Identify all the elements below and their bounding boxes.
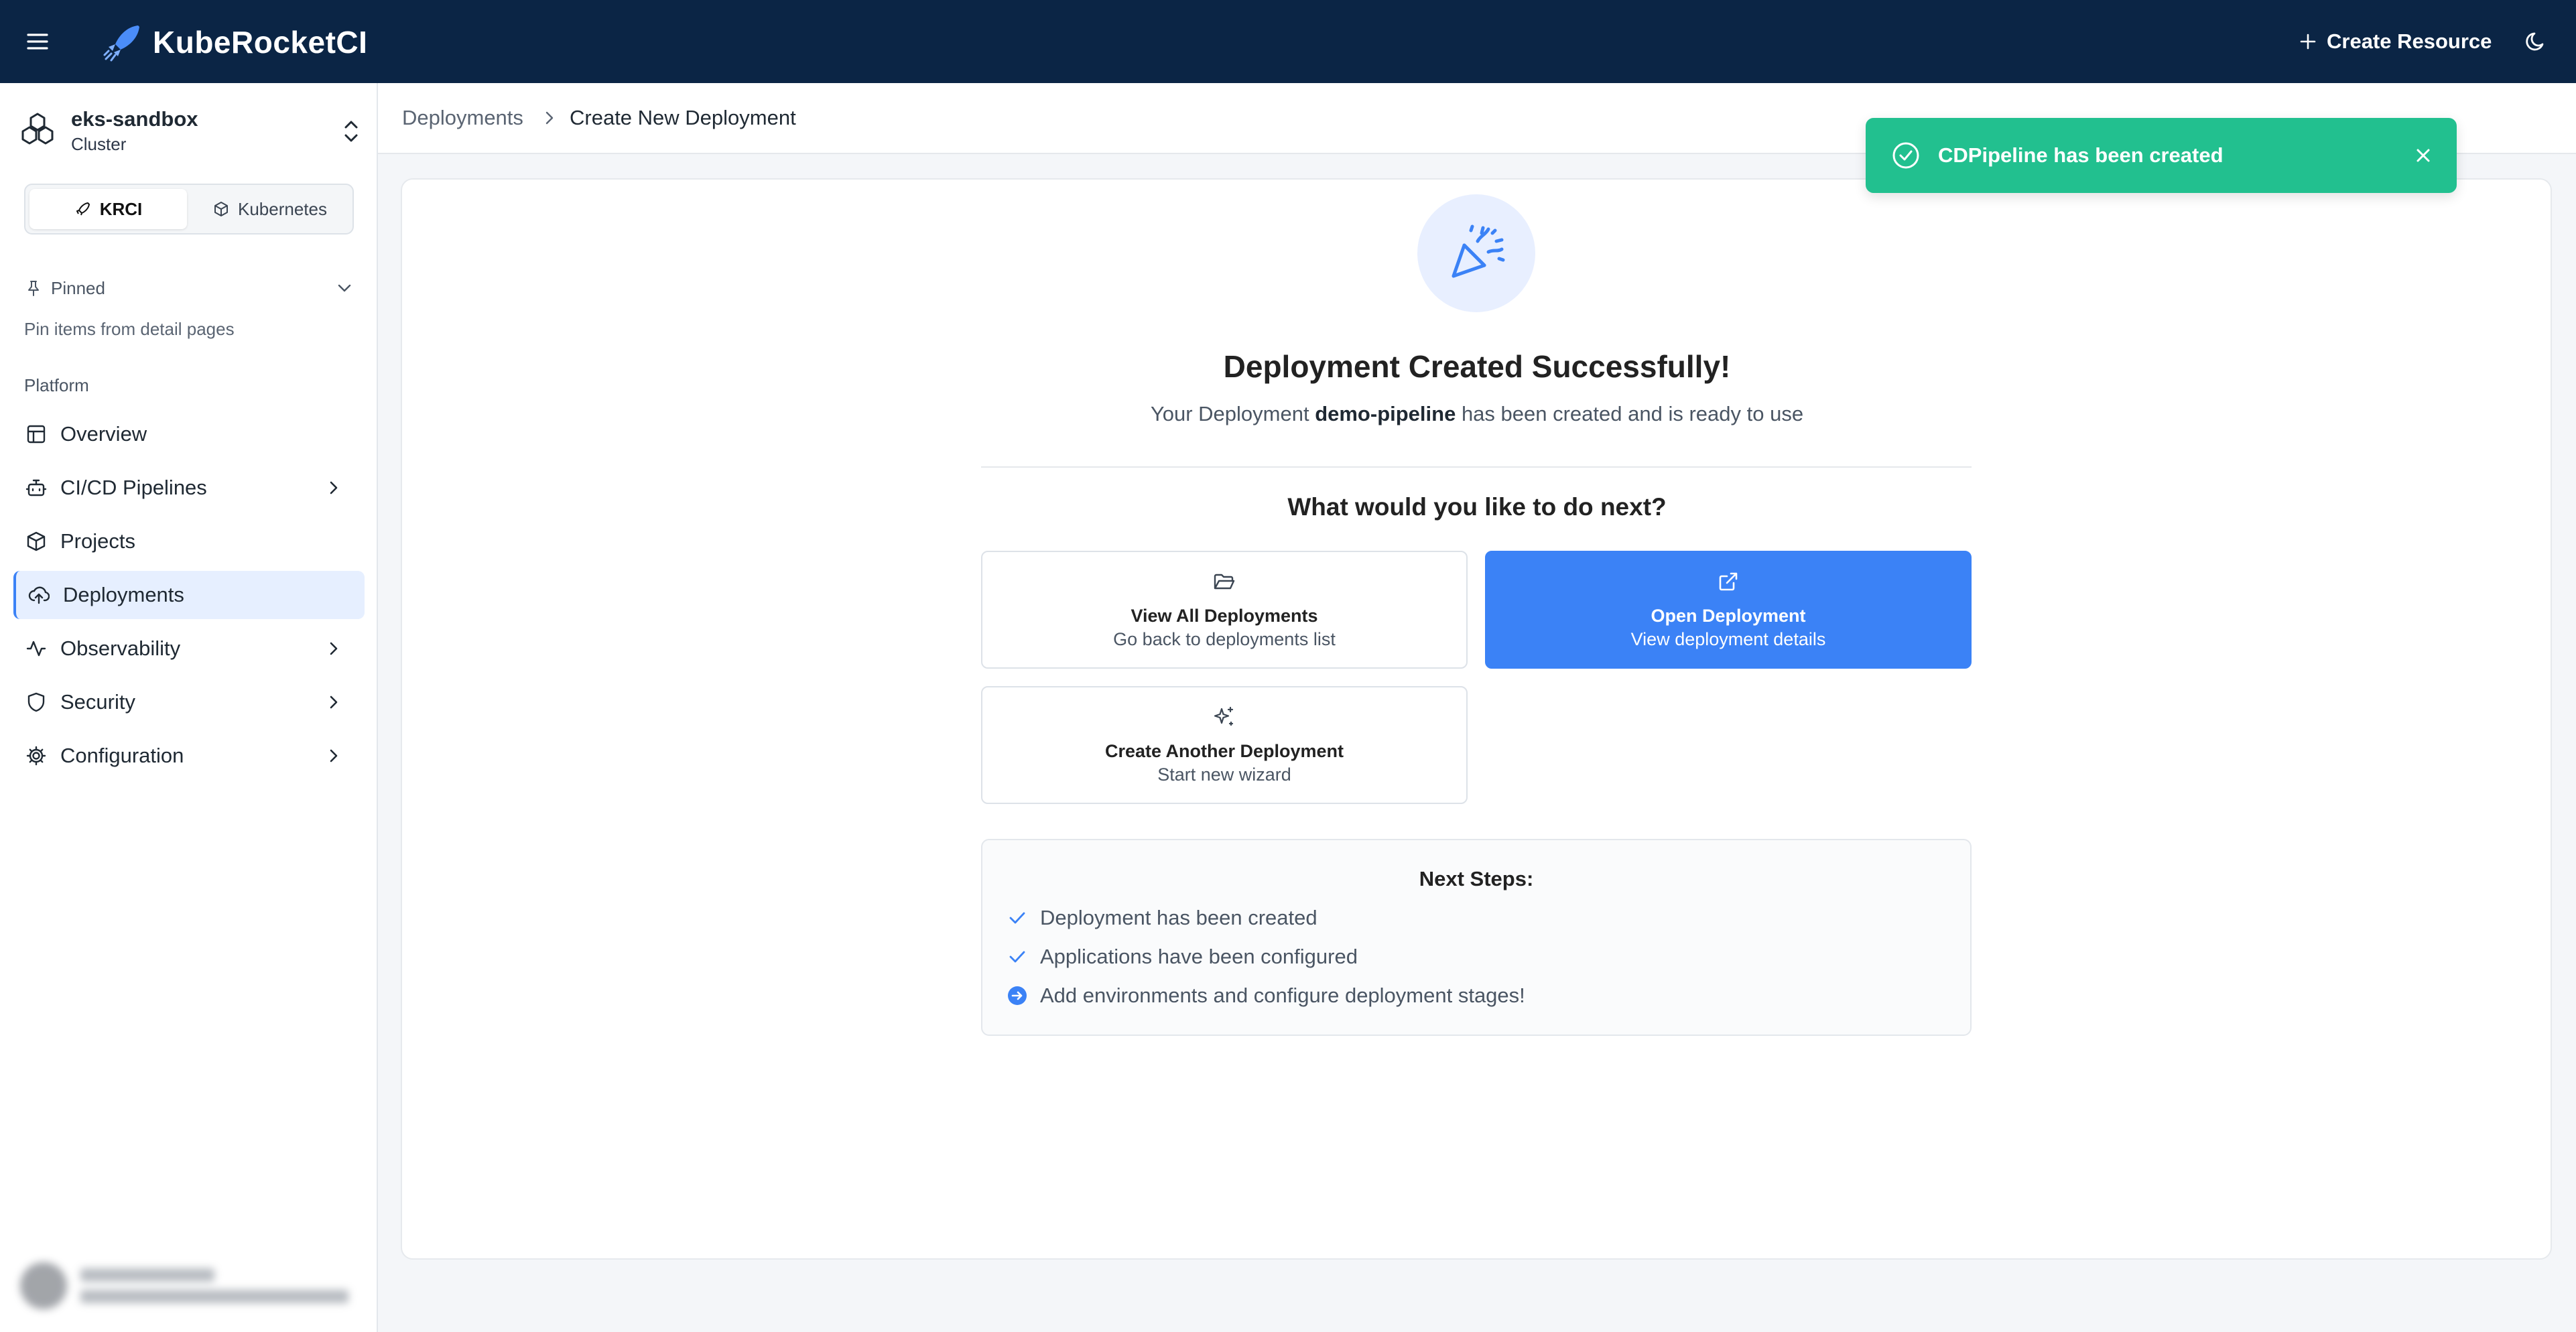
sidebar-item-overview[interactable]: Overview (13, 410, 365, 458)
check-icon (1009, 951, 1025, 963)
rocket-logo-icon (102, 20, 145, 63)
next-step-item: Deployment has been created (1007, 906, 1317, 930)
next-step-text: Add environments and configure deploymen… (1040, 984, 1525, 1007)
sidebar-item-label: CI/CD Pipelines (60, 476, 207, 499)
cluster-icon (19, 110, 56, 147)
tab-kubernetes-label: Kubernetes (238, 198, 327, 219)
view-all-title: View All Deployments (1131, 606, 1318, 626)
sidebar-item-label: Observability (60, 637, 181, 660)
next-step-item: Applications have been configured (1007, 945, 1358, 969)
sidebar-item-label: Projects (60, 529, 135, 553)
overview-icon (27, 425, 46, 444)
sidebar-item-label: Overview (60, 422, 147, 446)
next-step-item: Add environments and configure deploymen… (1007, 984, 1525, 1008)
open-deployment-sub: View deployment details (1630, 629, 1826, 649)
arrow-right-circle-icon (1008, 986, 1027, 1005)
check-circle-icon (1892, 142, 1919, 169)
sidebar-item-projects[interactable]: Projects (13, 517, 365, 565)
next-step-text: Applications have been configured (1040, 945, 1358, 968)
sidebar: eks-sandbox Cluster KRCI Kubernetes Pinn… (0, 83, 378, 1332)
cluster-name: eks-sandbox (71, 107, 198, 131)
sidebar-item-configuration[interactable]: Configuration (13, 732, 365, 780)
external-link-icon (1719, 572, 1738, 591)
divider (981, 466, 1972, 468)
sidebar-item-observability[interactable]: Observability (13, 624, 365, 673)
chevrons-up-down-icon[interactable] (340, 117, 362, 146)
cluster-type: Cluster (71, 134, 127, 154)
user-name-placeholder (80, 1268, 214, 1282)
bot-icon (25, 479, 47, 496)
chevron-right-icon (545, 111, 554, 125)
create-another-deployment-button[interactable]: Create Another Deployment Start new wiza… (981, 686, 1468, 804)
create-resource-button[interactable]: Create Resource (2299, 27, 2492, 56)
chevron-right-icon (330, 481, 338, 494)
chevron-right-icon (330, 642, 338, 655)
section-label-platform: Platform (24, 375, 89, 395)
breadcrumb-deployments[interactable]: Deployments (402, 106, 523, 130)
tab-krci-label: KRCI (99, 198, 143, 219)
view-all-deployments-button[interactable]: View All Deployments Go back to deployme… (981, 551, 1468, 669)
folder-open-icon (1214, 574, 1235, 590)
pinned-label: Pinned (51, 277, 105, 298)
party-popper-icon (1417, 194, 1535, 312)
top-bar: KubeRocketCI Create Resource (0, 0, 2576, 83)
sidebar-item-label: Deployments (63, 583, 184, 606)
chevron-right-icon (330, 749, 338, 762)
shield-icon (27, 692, 45, 712)
open-deployment-title: Open Deployment (1651, 606, 1806, 626)
user-email-placeholder (80, 1290, 348, 1303)
create-another-title: Create Another Deployment (1104, 741, 1344, 761)
pinned-toggle[interactable]: Pinned (24, 273, 354, 303)
deployment-name: demo-pipeline (1315, 402, 1456, 425)
sidebar-item-cicd-pipelines[interactable]: CI/CD Pipelines (13, 464, 365, 512)
pinned-hint: Pin items from detail pages (24, 319, 235, 339)
breadcrumb-current: Create New Deployment (570, 106, 796, 129)
box-icon (27, 531, 46, 551)
success-title: Deployment Created Successfully! (1223, 349, 1731, 384)
success-toast: CDPipeline has been created (1866, 118, 2457, 193)
sidebar-item-deployments[interactable]: Deployments (13, 571, 365, 619)
check-icon (1009, 912, 1025, 924)
user-profile-blurred[interactable] (7, 1249, 369, 1323)
sidebar-item-label: Configuration (60, 744, 184, 767)
next-step-text: Deployment has been created (1040, 906, 1317, 929)
close-icon[interactable] (2412, 145, 2434, 166)
toast-message: CDPipeline has been created (1938, 143, 2224, 167)
next-steps-panel: Next Steps: Deployment has been created … (981, 839, 1972, 1036)
success-sub-suffix: has been created and is ready to use (1456, 402, 1804, 425)
activity-icon (26, 641, 46, 657)
sidebar-item-security[interactable]: Security (13, 678, 365, 726)
chevron-right-icon (330, 695, 338, 709)
next-steps-title: Next Steps: (1419, 867, 1534, 890)
sparkles-icon (1214, 706, 1234, 726)
success-subtitle: Your Deployment demo-pipeline has been c… (981, 402, 1973, 426)
rocket-icon (76, 202, 90, 216)
menu-icon[interactable] (24, 28, 51, 55)
cube-icon (214, 202, 228, 216)
create-another-sub: Start new wizard (1157, 764, 1291, 785)
main-card (401, 178, 2552, 1260)
gear-icon (26, 746, 46, 766)
open-deployment-button[interactable]: Open Deployment View deployment details (1485, 551, 1972, 669)
plus-icon (2300, 34, 2316, 50)
view-all-sub: Go back to deployments list (1113, 629, 1336, 649)
pin-icon (28, 281, 39, 296)
tab-krci[interactable]: KRCI (29, 189, 187, 229)
sidebar-item-label: Security (60, 690, 135, 714)
avatar (20, 1262, 67, 1309)
mode-switch: KRCI Kubernetes (24, 184, 354, 235)
success-sub-prefix: Your Deployment (1150, 402, 1315, 425)
create-resource-label: Create Resource (2327, 29, 2492, 53)
tab-kubernetes[interactable]: Kubernetes (191, 189, 348, 229)
brand-name: KubeRocketCI (153, 25, 368, 60)
chevron-down-icon (338, 284, 351, 292)
next-question: What would you like to do next? (1287, 493, 1667, 521)
cloud-upload-icon (28, 586, 50, 604)
moon-icon[interactable] (2522, 28, 2549, 55)
